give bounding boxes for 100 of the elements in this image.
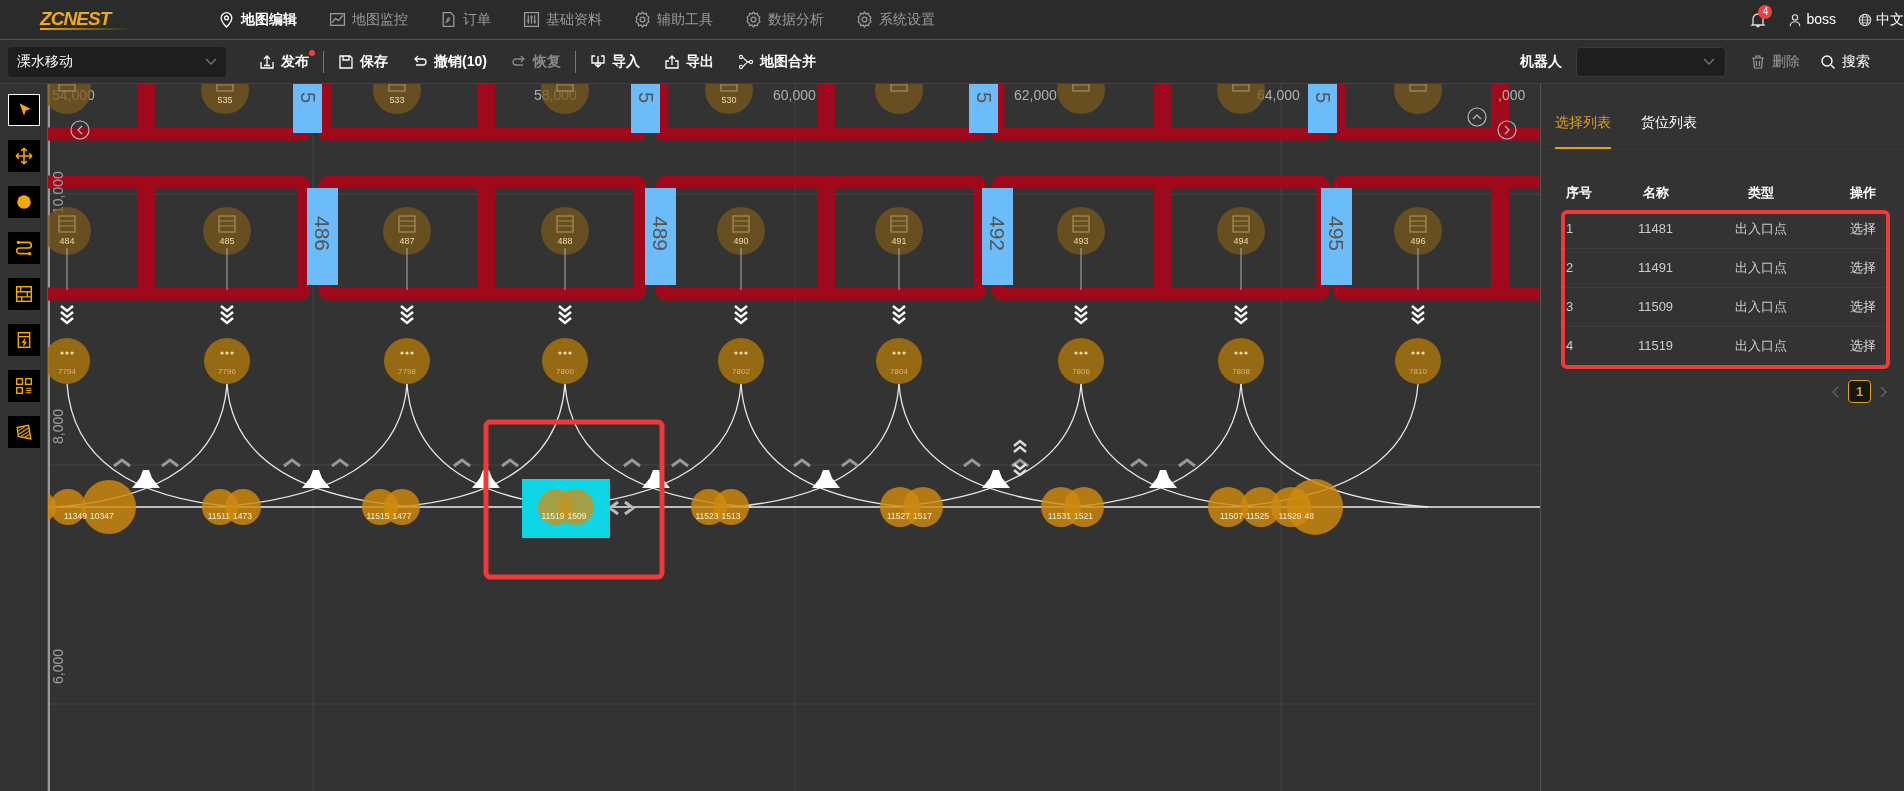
toolbar-button[interactable]: 导出 bbox=[663, 51, 714, 72]
shelf-node bbox=[717, 207, 765, 255]
settings-icon bbox=[745, 11, 762, 28]
tool-button[interactable] bbox=[7, 186, 40, 218]
save-icon bbox=[338, 53, 354, 70]
point-number: 10347 bbox=[90, 511, 114, 521]
nav-tab[interactable]: 数据分析 bbox=[745, 9, 824, 30]
select-link[interactable]: 选择 bbox=[1818, 258, 1878, 278]
map-select[interactable]: 溧水移动 bbox=[8, 46, 226, 77]
chevron-down-icon bbox=[557, 304, 573, 325]
column-header: 类型 bbox=[1746, 184, 1775, 203]
scroll-up-icon bbox=[1467, 107, 1487, 127]
search-icon bbox=[1820, 53, 1836, 70]
marker-number: 5 bbox=[635, 92, 657, 104]
point-number: 11525 bbox=[1246, 511, 1269, 521]
select-link[interactable]: 选择 bbox=[1818, 297, 1878, 317]
user-menu[interactable]: boss bbox=[1788, 9, 1836, 30]
shelf-node bbox=[1394, 84, 1442, 114]
upload-icon bbox=[259, 53, 275, 70]
shelf-node bbox=[541, 207, 589, 255]
tool-button[interactable] bbox=[7, 324, 40, 356]
axis-label: 60,000 bbox=[773, 87, 816, 103]
chevron-down-icon bbox=[1073, 304, 1089, 325]
import-icon bbox=[589, 53, 606, 70]
shelf-node bbox=[373, 84, 421, 114]
double-arrow-icon bbox=[1012, 439, 1028, 477]
merge-icon bbox=[737, 53, 754, 70]
chevron-down-icon bbox=[219, 304, 235, 325]
chevron-down-icon bbox=[1233, 304, 1249, 325]
robot-icon bbox=[282, 458, 350, 488]
tool-button[interactable] bbox=[7, 416, 40, 448]
shelf-icon bbox=[14, 285, 33, 303]
nav-tab[interactable]: 地图编辑 bbox=[218, 9, 297, 30]
chevron-down-icon bbox=[1410, 304, 1426, 325]
tool-button[interactable] bbox=[7, 370, 40, 402]
robot-icon bbox=[962, 458, 1030, 488]
axis-label: 62,000 bbox=[1014, 87, 1057, 103]
robot-label: 机器人 bbox=[1520, 52, 1562, 71]
axis-label: 8,000 bbox=[50, 408, 66, 444]
shelf-number: 490 bbox=[733, 236, 749, 246]
nav-tab[interactable]: 系统设置 bbox=[856, 9, 935, 30]
node-number: 7802 bbox=[732, 367, 750, 376]
dots-icon bbox=[220, 351, 234, 355]
toolbar-button[interactable]: 发布 bbox=[259, 51, 309, 72]
language-menu[interactable]: 中文 bbox=[1858, 9, 1904, 30]
marker-number: 489 bbox=[649, 216, 672, 252]
point-number: 1473 bbox=[233, 511, 252, 521]
chevron-down-icon bbox=[1703, 57, 1715, 66]
toolbar-button[interactable]: 导入 bbox=[589, 51, 640, 72]
tool-button[interactable] bbox=[7, 278, 40, 310]
node-number: 7808 bbox=[1232, 367, 1250, 376]
tool-button[interactable] bbox=[7, 140, 40, 172]
shelf-node bbox=[875, 84, 923, 114]
shelf-node bbox=[705, 84, 753, 114]
toolbar-button[interactable]: 搜索 bbox=[1820, 51, 1870, 72]
table-cell-text: 出入口点 bbox=[1733, 337, 1788, 356]
shelf-number: 485 bbox=[219, 236, 235, 246]
point-number: 1517 bbox=[913, 511, 932, 521]
point-number: 11349 bbox=[64, 511, 87, 521]
scroll-left-icon bbox=[70, 120, 90, 140]
table-cell-text: 出入口点 bbox=[1733, 298, 1788, 317]
sliders-icon bbox=[523, 11, 540, 28]
point-number: 11529 bbox=[1278, 511, 1302, 521]
select-link[interactable]: 选择 bbox=[1818, 336, 1878, 356]
marker-number: 5 bbox=[1312, 92, 1334, 104]
line-chart-icon bbox=[329, 11, 346, 28]
robot-icon bbox=[112, 458, 180, 488]
dots-icon bbox=[892, 351, 906, 355]
nav-tab[interactable]: 订单 bbox=[440, 9, 491, 30]
dots-icon bbox=[60, 351, 74, 355]
table-cell-text: 2 bbox=[1565, 259, 1575, 278]
shelf-node bbox=[201, 84, 249, 114]
nav-tab[interactable]: 地图监控 bbox=[329, 9, 408, 30]
shelf-number: 533 bbox=[389, 95, 405, 105]
robot-icon bbox=[452, 458, 520, 488]
toolbar-button[interactable]: 地图合并 bbox=[737, 51, 816, 72]
point-number: 11523 bbox=[695, 511, 719, 521]
column-header: 名称 bbox=[1641, 184, 1670, 203]
page-button[interactable]: 1 bbox=[1848, 380, 1871, 403]
marker-number: 486 bbox=[311, 216, 334, 252]
nav-tab[interactable]: 辅助工具 bbox=[634, 9, 713, 30]
toolbar-button[interactable]: 撤销(10) bbox=[412, 51, 487, 72]
panel-tab[interactable]: 选择列表 bbox=[1555, 112, 1611, 149]
table-cell-text: 11481 bbox=[1636, 220, 1675, 239]
nav-tab[interactable]: 基础资料 bbox=[523, 9, 602, 30]
point-number: 11515 bbox=[366, 511, 390, 521]
toolbar-button[interactable]: 保存 bbox=[338, 51, 388, 72]
column-header: 序号 bbox=[1565, 184, 1593, 203]
tool-button[interactable] bbox=[7, 232, 40, 264]
settings-icon bbox=[634, 11, 651, 28]
table-cell-text: 出入口点 bbox=[1733, 220, 1788, 239]
point-number: 11511 bbox=[207, 511, 230, 521]
node-number: 7800 bbox=[556, 367, 574, 376]
robot-icon bbox=[792, 458, 860, 488]
node-number: 7796 bbox=[218, 367, 236, 376]
dots-icon bbox=[1411, 351, 1425, 355]
point-number: 11527 bbox=[887, 511, 910, 521]
select-link[interactable]: 选择 bbox=[1818, 219, 1878, 239]
panel-tab[interactable]: 货位列表 bbox=[1641, 112, 1697, 149]
shelf-number: 494 bbox=[1233, 236, 1249, 246]
